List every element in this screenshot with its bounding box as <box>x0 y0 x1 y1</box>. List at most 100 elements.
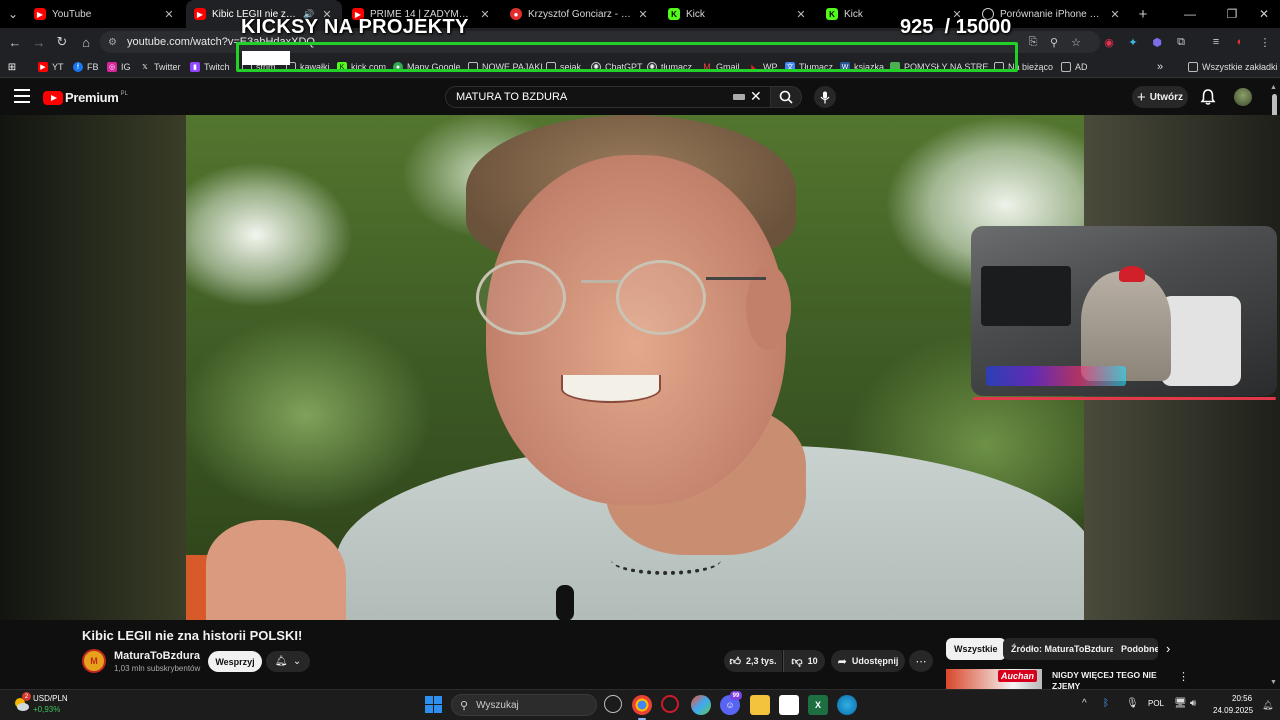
chip-similar[interactable]: Podobne <box>1113 638 1158 660</box>
goal-progress-fill <box>242 51 290 65</box>
logo-text: Premium <box>65 90 119 105</box>
twitch-icon: ▮ <box>190 62 200 72</box>
back-arrow-icon[interactable]: ← <box>5 32 25 52</box>
opera-icon[interactable] <box>661 695 679 713</box>
tab-youtube[interactable]: ▶ YouTube ✕ <box>26 0 184 28</box>
voice-search-button[interactable] <box>814 86 836 108</box>
video-frame-glasses-lens <box>476 260 566 335</box>
copilot-icon[interactable] <box>604 695 622 713</box>
taskbar-search-input[interactable]: ⚲ Wyszukaj <box>451 694 597 716</box>
new-tab-button[interactable]: + <box>1128 0 1158 28</box>
more-bookmarks-chevron-icon[interactable]: » <box>1157 59 1163 75</box>
search-button[interactable] <box>770 86 802 108</box>
bookmark-fb[interactable]: f FB <box>73 59 99 75</box>
window-close-icon[interactable]: ✕ <box>1244 0 1280 28</box>
close-icon[interactable]: ✕ <box>162 8 176 21</box>
bookmark-ig[interactable]: ◎ IG <box>107 59 131 75</box>
extension-icon[interactable]: ⬢ <box>1148 33 1166 51</box>
recommended-more-icon[interactable]: ⋮ <box>1178 670 1189 683</box>
volume-icon[interactable]: 🔊︎ <box>1190 698 1196 709</box>
network-icon[interactable]: 🖥︎ <box>1174 698 1187 709</box>
bookmark-ad[interactable]: AD <box>1061 59 1088 75</box>
tab-strip: ⌄ ▶ YouTube ✕ ▶ Kibic LEGII nie zna hist… <box>0 0 1280 28</box>
browser-app-icon[interactable] <box>691 695 711 715</box>
ticker-name[interactable]: USD/PLN <box>33 694 68 703</box>
notifications-bell-icon[interactable] <box>1199 88 1217 106</box>
tab-search-button[interactable]: ⌄ <box>0 0 26 28</box>
bookmark-yt[interactable]: ▶ YT <box>38 59 64 75</box>
discord-badge: 99 <box>730 691 742 700</box>
site-info-icon[interactable]: ⚙ <box>108 37 117 48</box>
keyboard-icon[interactable] <box>733 94 745 100</box>
create-button[interactable]: + Utwórz <box>1132 86 1188 108</box>
notepad-icon[interactable] <box>779 695 799 715</box>
bookmark-star-icon[interactable]: ☆ <box>1067 33 1085 51</box>
notifications-icon[interactable]: 🔔︎ <box>1262 700 1273 711</box>
bookmark-twitter[interactable]: 𝕏 Twitter <box>140 59 180 75</box>
tab-kick-1[interactable]: K Kick ✕ <box>660 0 816 28</box>
close-icon[interactable]: ✕ <box>1108 8 1122 21</box>
bookmark-label: FB <box>87 62 99 72</box>
share-button[interactable]: ➦ Udostępnij <box>831 650 905 672</box>
search-input[interactable]: MATURA TO BZDURA <box>445 86 771 108</box>
excel-icon[interactable]: X <box>808 695 828 715</box>
clear-search-icon[interactable]: ✕ <box>750 88 762 105</box>
close-icon[interactable]: ✕ <box>478 8 492 21</box>
microphone-icon <box>820 91 830 103</box>
windows-start-icon[interactable] <box>425 696 442 713</box>
subscription-bell-button[interactable]: 🔔︎ ⌄ <box>266 651 310 672</box>
clock-date[interactable]: 24.09.2025 <box>1213 706 1253 715</box>
chrome-icon[interactable] <box>632 695 652 715</box>
support-button[interactable]: Wesprzyj <box>208 651 262 672</box>
like-button[interactable]: 👍︎ 2,3 tys. <box>724 650 782 672</box>
chevron-right-icon[interactable]: › <box>1166 641 1170 656</box>
bluetooth-icon[interactable]: ᛒ <box>1103 698 1109 709</box>
channel-name[interactable]: MaturaToBzdura <box>114 650 200 662</box>
tab-list-icon[interactable]: ≡ <box>1207 33 1225 51</box>
chip-source[interactable]: Źródło: MaturaToBzdura <box>1003 638 1123 660</box>
close-icon[interactable]: ✕ <box>794 8 808 21</box>
recommended-video-thumbnail[interactable]: Auchan <box>946 669 1042 689</box>
profile-icon[interactable]: ◐ <box>1231 33 1249 51</box>
recommended-video-title[interactable]: NIGDY WIĘCEJ TEGO NIE ZJEMY <box>1052 670 1162 689</box>
channel-avatar[interactable]: M <box>82 649 106 673</box>
kick-icon: K <box>826 8 838 20</box>
record-extension-icon[interactable]: ◉ <box>1100 33 1118 51</box>
hamburger-menu-icon[interactable] <box>14 89 30 103</box>
minimize-icon[interactable]: — <box>1170 0 1210 28</box>
more-actions-icon[interactable]: ⋯ <box>909 650 933 672</box>
forward-arrow-icon[interactable]: → <box>29 32 49 52</box>
microphone-tray-icon[interactable]: 🎙︎ <box>1126 698 1139 709</box>
tab-patronite[interactable]: ● Krzysztof Gonciarz - Patronite.p ✕ <box>502 0 658 28</box>
apps-grid-icon[interactable]: ⊞ <box>7 59 21 75</box>
reload-icon[interactable]: ↻ <box>52 32 72 52</box>
scroll-down-arrow-icon[interactable]: ▼ <box>1270 679 1277 686</box>
video-player[interactable] <box>186 115 1084 620</box>
extension-icon[interactable]: ✦ <box>1124 33 1142 51</box>
goal-target: / 15000 <box>944 16 1012 38</box>
youtube-premium-logo[interactable]: Premium PL <box>43 90 128 105</box>
all-bookmarks[interactable]: Wszystkie zakładki <box>1188 59 1278 75</box>
user-avatar[interactable] <box>1234 88 1252 106</box>
dislike-count: 10 <box>807 656 818 666</box>
install-app-icon[interactable]: ⎘ <box>1024 33 1042 51</box>
file-explorer-icon[interactable] <box>750 695 770 715</box>
close-icon[interactable]: ✕ <box>636 8 650 21</box>
input-language[interactable]: POL <box>1148 699 1164 708</box>
puzzle-icon[interactable]: ⧉ <box>1172 33 1190 51</box>
menu-kebab-icon[interactable]: ⋮ <box>1256 33 1274 51</box>
goal-progress-bar <box>236 42 1018 72</box>
bookmark-label: Twitch <box>204 62 230 72</box>
folder-icon <box>1061 62 1071 72</box>
chip-all[interactable]: Wszystkie <box>946 638 1006 660</box>
dislike-button[interactable]: 👎︎ 10 <box>783 650 825 672</box>
zoom-icon[interactable]: ⚲ <box>1045 33 1063 51</box>
bookmark-twitch[interactable]: ▮ Twitch <box>190 59 230 75</box>
tray-overflow-chevron-icon[interactable]: ^ <box>1082 698 1087 709</box>
clock-time[interactable]: 20:56 <box>1232 694 1252 703</box>
tab-title: Porównanie iPhone 15 16 17 P <box>1000 8 1104 20</box>
home-icon[interactable]: ⌂ <box>76 32 96 52</box>
thumbnail-logo-text: Auchan <box>998 670 1038 682</box>
scroll-up-arrow-icon[interactable]: ▲ <box>1270 84 1277 91</box>
globe-app-icon[interactable] <box>837 695 857 715</box>
